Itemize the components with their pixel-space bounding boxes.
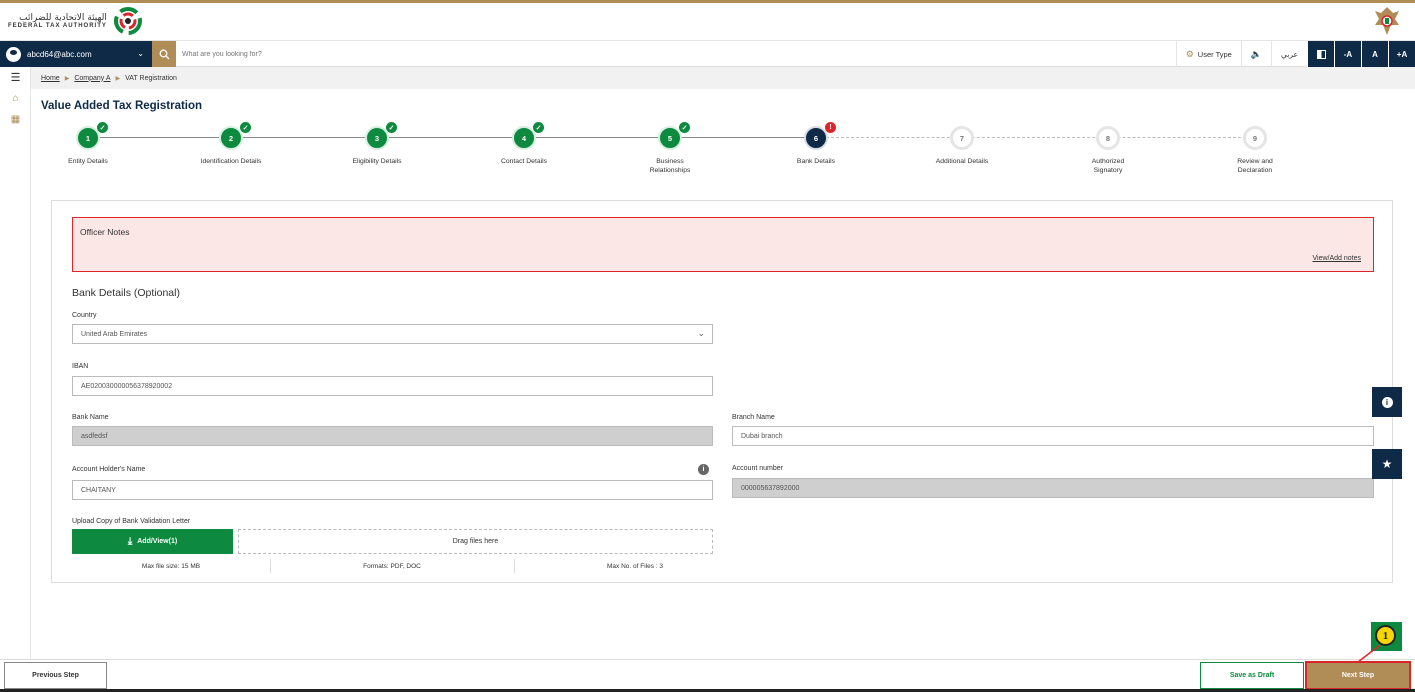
view-add-notes-link[interactable]: View/Add notes [1312,255,1361,262]
upload-label: Upload Copy of Bank Validation Letter [72,518,191,525]
stepper-line-pending [816,137,1256,138]
registration-stepper: 1 ✓ Entity Details 2 ✓ Identification Deta… [31,122,1331,186]
account-holder-input[interactable]: CHAITANY [72,480,713,500]
step-label: Authorized Signatory [1091,158,1125,174]
file-formats: Formats: PDF, DOC [363,562,421,570]
bank-name-field: asdfedsf [72,426,713,446]
info-icon: i [1381,396,1393,408]
step-label: Review and Declaration [1237,158,1273,174]
save-as-draft-button[interactable]: Save as Draft [1200,662,1304,689]
check-icon: ✓ [386,122,397,133]
breadcrumb-home[interactable]: Home [41,75,60,82]
step-bank-details[interactable]: 6! Bank Details [761,122,871,166]
fta-emblem-icon [113,7,142,35]
iban-label: IBAN [72,363,89,370]
step-label: Contact Details [500,158,548,165]
font-increase-button[interactable]: +A [1388,41,1415,67]
left-sidebar: ☰ ⌂ ▦ [0,67,31,659]
step-label: Entity Details [68,158,108,165]
logo-english-text: FEDERAL TAX AUTHORITY [8,23,107,29]
contrast-toggle-button[interactable] [1307,41,1334,67]
bank-name-label: Bank Name [72,414,109,421]
branch-name-input[interactable]: Dubai branch [732,426,1374,446]
country-select[interactable]: United Arab Emirates ⌄ [72,324,713,344]
check-icon: ✓ [240,122,251,133]
breadcrumb-separator-icon: ▶ [115,75,121,82]
account-number-label: Account number [732,465,783,472]
user-avatar-icon [6,46,21,62]
step-label: Identification Details [200,158,262,165]
form-footer: Previous Step Save as Draft Next Step [0,659,1415,692]
apps-grid-icon[interactable]: ▦ [0,109,31,130]
step-callout-badge: 1 [1375,625,1396,646]
step-label: Additional Details [935,158,989,165]
language-label: عربي [1281,49,1298,59]
info-icon[interactable]: i [698,464,709,475]
step-label: Bank Details [796,158,836,165]
breadcrumb: Home ▶ Company A ▶ VAT Registration [31,67,1415,89]
previous-step-button[interactable]: Previous Step [4,662,107,689]
alert-icon: ! [825,122,836,133]
chevron-down-icon: ⌄ [137,49,144,58]
uae-emblem-icon [1375,7,1399,35]
officer-notes-panel: Officer Notes View/Add notes [72,217,1374,272]
text-to-speech-button[interactable]: 🔈 [1240,41,1271,67]
next-step-button[interactable]: Next Step [1305,661,1411,690]
check-icon: ✓ [97,122,108,133]
account-number-field: 000005637892000 [732,478,1374,498]
step-label: Business Relationships [649,158,691,174]
bank-details-form: Officer Notes View/Add notes Bank Detail… [51,200,1393,583]
step-authorized-signatory[interactable]: 8 Authorized Signatory [1053,126,1163,175]
step-contact-details[interactable]: 4 ✓ Contact Details [469,122,579,166]
step-entity-details[interactable]: 1 ✓ Entity Details [33,122,143,166]
favorite-side-button[interactable]: ★ [1372,449,1402,479]
iban-input[interactable]: AE020030000056378920002 [72,376,713,396]
breadcrumb-company[interactable]: Company A [74,75,110,82]
fta-logo[interactable]: الهيئة الاتحادية للضرائب FEDERAL TAX AUT… [8,6,143,36]
menu-hamburger-icon[interactable]: ☰ [0,67,31,88]
user-type-label: User Type [1197,49,1232,59]
search-icon [159,49,169,59]
step-label: Eligibility Details [352,158,402,165]
step-identification-details[interactable]: 2 ✓ Identification Details [176,122,286,166]
upload-icon: ⤓ [127,536,133,547]
step-review-declaration[interactable]: 9 Review and Declaration [1200,126,1310,175]
breadcrumb-current: VAT Registration [125,74,177,82]
breadcrumb-separator-icon: ▶ [64,75,70,82]
search-input[interactable] [182,46,682,62]
home-icon[interactable]: ⌂ [0,88,31,109]
contrast-icon [1316,49,1326,59]
account-holder-label: Account Holder's Name [72,466,146,473]
step-additional-details[interactable]: 7 Additional Details [907,126,1017,166]
star-icon: ★ [1381,457,1393,471]
branch-name-label: Branch Name [732,414,775,421]
search-button[interactable] [152,41,176,67]
top-toolbar: abcd64@abc.com ⌄ ⚙ User Type 🔈 عربي -A A… [0,41,1415,67]
add-view-button[interactable]: ⤓ Add/View(1) [72,529,233,554]
page-title: Value Added Tax Registration [41,100,203,112]
country-label: Country [72,312,97,319]
check-icon: ✓ [679,122,690,133]
max-file-count: Max No. of Files : 3 [607,562,663,570]
step-business-relationships[interactable]: 5 ✓ Business Relationships [615,122,725,175]
info-side-button[interactable]: i [1372,387,1402,417]
step-eligibility-details[interactable]: 3 ✓ Eligibility Details [322,122,432,166]
chevron-down-icon: ⌄ [697,328,705,338]
user-email: abcd64@abc.com [27,49,92,59]
check-icon: ✓ [533,122,544,133]
font-reset-button[interactable]: A [1361,41,1388,67]
language-toggle[interactable]: عربي [1271,41,1307,67]
user-type-selector[interactable]: ⚙ User Type [1175,41,1241,67]
file-drop-zone[interactable]: Drag files here [238,529,713,554]
user-menu[interactable]: abcd64@abc.com ⌄ [0,41,152,67]
logo-arabic-text: الهيئة الاتحادية للضرائب [19,13,107,23]
font-decrease-button[interactable]: -A [1334,41,1361,67]
gear-icon: ⚙ [1185,48,1194,59]
site-header: الهيئة الاتحادية للضرائب FEDERAL TAX AUT… [0,3,1415,41]
speaker-icon: 🔈 [1250,48,1263,59]
section-title: Bank Details (Optional) [72,287,180,299]
officer-notes-title: Officer Notes [80,227,130,237]
max-file-size: Max file size: 15 MB [141,562,201,570]
